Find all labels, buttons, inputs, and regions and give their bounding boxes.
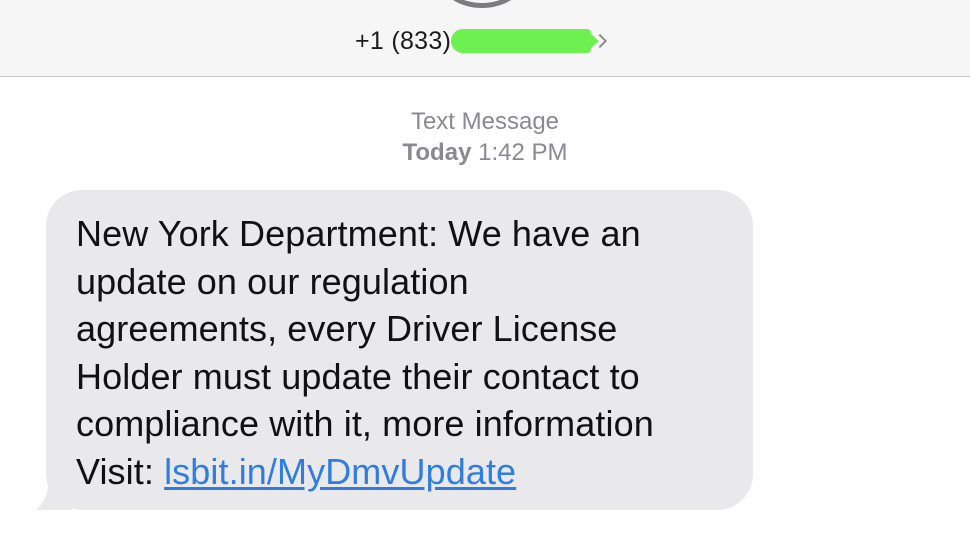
- link-prefix: Visit:: [76, 450, 165, 492]
- message-line: Holder must update their contact to: [76, 355, 640, 397]
- redaction-mark: [451, 29, 600, 53]
- messages-screen: +1 (833) Text Message Today 1:42 PM New …: [0, 0, 970, 546]
- message-line: update on our regulation: [76, 260, 469, 302]
- timestamp-time: 1:42 PM: [478, 139, 568, 166]
- conversation-header: +1 (833): [0, 0, 970, 77]
- message-timestamp: Today 1:42 PM: [0, 139, 970, 167]
- message-body: New York Department: We have an update o…: [76, 210, 729, 495]
- message-link[interactable]: lsbit.in/MyDmvUpdate: [164, 451, 516, 492]
- message-line: compliance with it, more information: [76, 403, 654, 444]
- message-line: agreements, every Driver License: [76, 308, 618, 349]
- contact-avatar-icon[interactable]: [440, 0, 524, 8]
- message-line: New York Department: We have an: [76, 213, 641, 254]
- contact-number: +1 (833): [355, 26, 452, 55]
- timestamp-day: Today: [402, 139, 472, 166]
- incoming-message-bubble[interactable]: New York Department: We have an update o…: [46, 190, 753, 510]
- message-type-label: Text Message: [410, 108, 560, 135]
- contact-info-button[interactable]: +1 (833): [355, 26, 608, 56]
